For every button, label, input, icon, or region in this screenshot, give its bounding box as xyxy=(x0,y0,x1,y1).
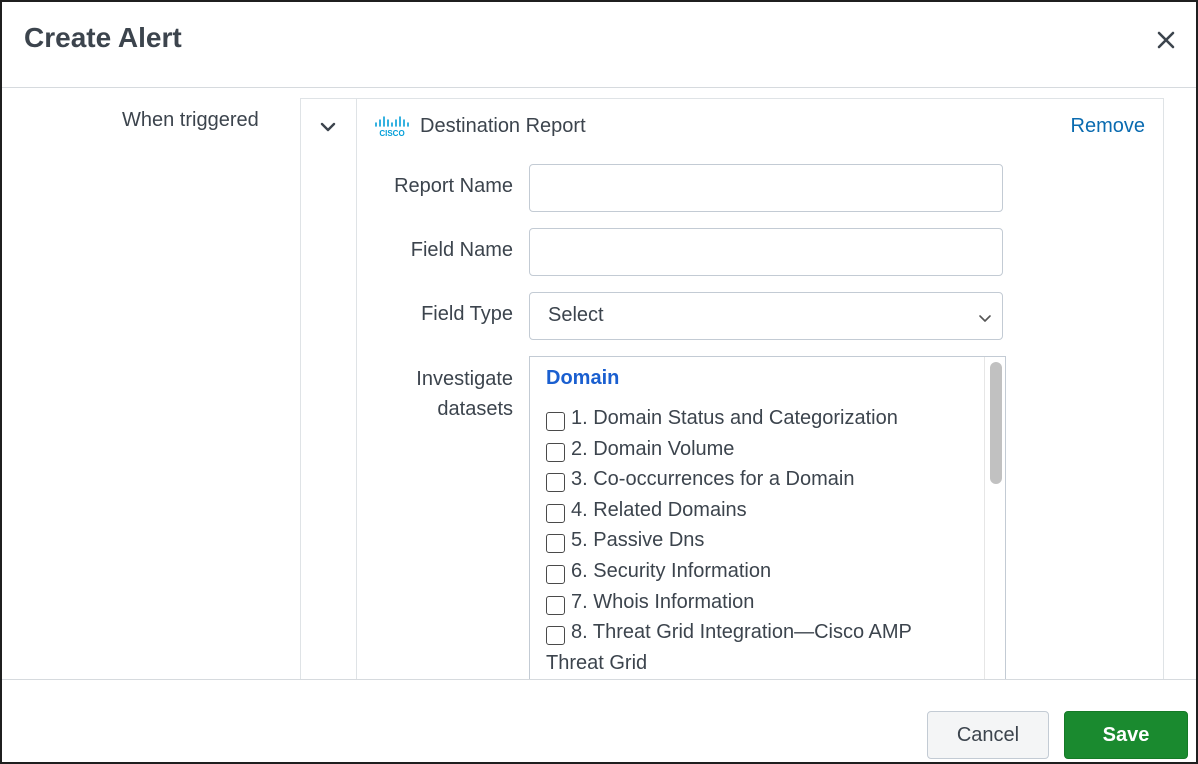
action-title: Destination Report xyxy=(420,115,586,137)
remove-link[interactable]: Remove xyxy=(1071,115,1145,138)
datasets-list: Domain 1. Domain Status and Categorizati… xyxy=(529,356,1006,679)
checkbox[interactable] xyxy=(546,503,565,523)
checkbox[interactable] xyxy=(546,595,565,615)
dataset-item-label: 2. Domain Volume xyxy=(571,437,735,460)
dialog-body: When triggered CISCO Destination Report … xyxy=(2,89,1196,679)
dataset-item[interactable]: 6. Security Information xyxy=(546,556,966,587)
create-alert-dialog: Create Alert When triggered CISCO Destin… xyxy=(0,0,1198,764)
alert-action-panel: CISCO Destination Report Remove Report N… xyxy=(300,98,1164,679)
chevron-down-icon[interactable] xyxy=(318,119,338,135)
when-triggered-label: When triggered xyxy=(122,109,259,131)
dataset-item[interactable]: 7. Whois Information xyxy=(546,587,966,618)
dataset-item[interactable]: 3. Co-occurrences for a Domain xyxy=(546,464,966,495)
investigate-datasets-label-line2: datasets xyxy=(437,398,513,420)
report-name-input[interactable] xyxy=(529,164,1003,212)
investigate-datasets-label-line1: Investigate xyxy=(416,368,513,390)
dataset-item-label: 7. Whois Information xyxy=(571,590,755,613)
datasets-scrollbar[interactable] xyxy=(984,357,1005,679)
checkbox[interactable] xyxy=(546,626,565,646)
field-type-select[interactable]: Select xyxy=(529,292,1003,340)
dialog-footer: Cancel Save xyxy=(2,679,1196,762)
dataset-item[interactable]: 2. Domain Volume xyxy=(546,434,966,465)
investigate-datasets-label: Investigate datasets xyxy=(313,364,513,424)
checkbox[interactable] xyxy=(546,442,565,462)
dataset-item-label: 5. Passive Dns xyxy=(571,529,705,552)
checkbox[interactable] xyxy=(546,534,565,554)
dataset-item[interactable]: 1. Domain Status and Categorization xyxy=(546,403,966,434)
dataset-item-label: 3. Co-occurrences for a Domain xyxy=(571,468,855,491)
checkbox[interactable] xyxy=(546,473,565,493)
field-type-label: Field Type xyxy=(421,303,513,325)
dataset-item[interactable]: 4. Related Domains xyxy=(546,495,966,526)
svg-text:CISCO: CISCO xyxy=(379,129,404,138)
field-name-label: Field Name xyxy=(410,239,513,261)
dataset-item-label: 4. Related Domains xyxy=(571,498,747,521)
report-name-label: Report Name xyxy=(394,175,513,197)
dialog-header: Create Alert xyxy=(2,2,1196,88)
cancel-button[interactable]: Cancel xyxy=(927,711,1049,759)
dialog-title: Create Alert xyxy=(24,22,182,53)
datasets-group-title: Domain xyxy=(546,367,620,389)
chevron-down-icon xyxy=(978,311,992,322)
dataset-item-label: 6. Security Information xyxy=(571,559,772,582)
field-name-input[interactable] xyxy=(529,228,1003,276)
scrollbar-thumb[interactable] xyxy=(990,362,1002,484)
dataset-item[interactable]: 5. Passive Dns xyxy=(546,525,966,556)
save-button[interactable]: Save xyxy=(1064,711,1188,759)
field-type-selected-value: Select xyxy=(548,304,604,326)
cisco-logo-icon: CISCO xyxy=(374,116,412,138)
dataset-item[interactable]: 8. Threat Grid Integration—Cisco AMP Thr… xyxy=(546,617,966,678)
checkbox[interactable] xyxy=(546,564,565,584)
dataset-item-label: 1. Domain Status and Categorization xyxy=(571,407,898,429)
checkbox[interactable] xyxy=(546,412,565,431)
datasets-checklist: 1. Domain Status and Categorization 2. D… xyxy=(546,403,966,678)
dataset-item-label: 8. Threat Grid Integration—Cisco AMP Thr… xyxy=(546,621,912,674)
close-icon[interactable] xyxy=(1152,26,1180,54)
